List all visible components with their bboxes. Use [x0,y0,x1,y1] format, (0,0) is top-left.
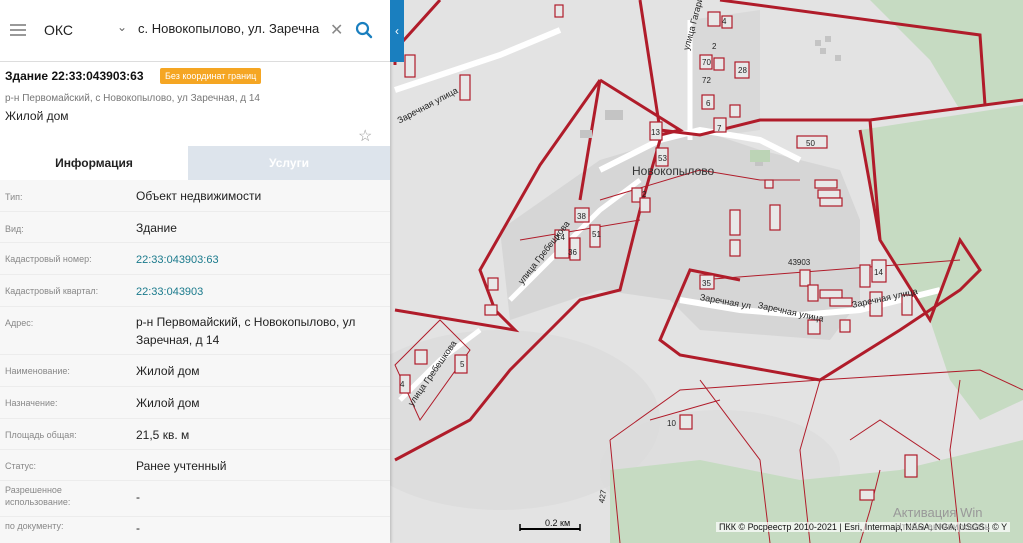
table-row: Статус: Ранее учтенный [0,450,390,481]
row-key: Тип: [5,192,23,202]
windows-watermark: Активация Win [893,505,983,520]
table-row: Вид: Здание [0,212,390,243]
row-key: Адрес: [5,318,34,328]
row-value: 21,5 кв. м [136,428,190,442]
tab-information[interactable]: Информация [0,146,188,180]
search-button[interactable] [345,8,383,52]
house-number: 53 [658,154,667,163]
row-value: р-н Первомайский, с Новокопылово, ул Зар… [136,315,356,347]
house-number: 14 [874,268,883,277]
info-table: Тип: Объект недвижимости Вид: Здание Кад… [0,180,390,543]
house-number: 70 [702,58,711,67]
object-address: р-н Первомайский, с Новокопылово, ул Зар… [5,93,260,104]
object-type-select[interactable]: ОКС [44,22,73,38]
tab-services[interactable]: Услуги [188,146,390,180]
object-header: Здание 22:33:043903:63 Без координат гра… [0,62,390,146]
table-row: по документу: - [0,517,390,543]
house-number: 36 [568,248,577,257]
house-number: 51 [592,230,601,239]
row-key: Кадастровый квартал: [5,286,99,296]
row-key: Площадь общая: [5,430,77,440]
house-number: 13 [651,128,660,137]
collapse-panel-button[interactable]: ‹ [390,0,404,62]
scale-label: 0.2 км [545,518,571,528]
row-value: Объект недвижимости [136,189,262,203]
table-row: Адрес: р-н Первомайский, с Новокопылово,… [0,307,390,355]
row-value: Жилой дом [136,364,200,378]
search-bar: ОКС ⌄ ✕ [0,0,390,62]
table-row: Площадь общая: 21,5 кв. м [0,419,390,450]
object-type: Жилой дом [5,109,69,123]
status-badge: Без координат границ [160,68,262,84]
table-row: Разрешенное использование: - [0,481,390,517]
object-title: Здание 22:33:043903:63 [5,69,144,83]
chevron-left-icon: ‹ [395,24,399,38]
search-icon [355,21,373,39]
table-row: Кадастровый номер: 22:33:043903:63 [0,243,390,275]
info-panel: ОКС ⌄ ✕ Здание 22:33:043903:63 Без коорд… [0,0,390,543]
menu-icon[interactable] [10,24,26,36]
chevron-down-icon[interactable]: ⌄ [117,20,127,34]
row-key: Кадастровый номер: [5,254,92,264]
house-number: 50 [806,139,815,148]
house-number: 4 [722,17,727,26]
row-value: - [136,521,140,535]
row-key: Вид: [5,224,24,234]
house-number: 2 [712,42,717,51]
row-value: Ранее учтенный [136,459,227,473]
close-icon[interactable]: ✕ [330,20,343,40]
house-number: 38 [577,212,586,221]
cadastral-quarter-link[interactable]: 22:33:043903 [136,283,386,301]
house-number: 4 [400,380,405,389]
house-number: 72 [702,76,711,85]
house-number: 2 [642,190,647,199]
row-value: Здание [136,221,177,235]
place-name-label: Новокопылово [632,164,715,178]
row-key: Наименование: [5,366,70,376]
windows-watermark-sub: Чтобы активировать [895,522,990,533]
house-number: 35 [702,279,711,288]
row-key: Назначение: [5,398,58,408]
table-row: Наименование: Жилой дом [0,355,390,387]
tabs: Информация Услуги [0,146,390,180]
row-key: Статус: [5,461,36,471]
search-input[interactable] [138,21,320,36]
house-number: 7 [717,124,722,133]
quarter-number: 43903 [788,258,811,267]
star-icon[interactable]: ☆ [358,126,372,146]
cadastral-number-link[interactable]: 22:33:043903:63 [136,251,386,269]
parcel-number: 10 [667,419,676,428]
row-value: Жилой дом [136,396,200,410]
app-root: Новокопылово Заречная улица улица Гребеш… [0,0,1023,543]
house-number: 5 [460,360,465,369]
row-value: - [136,490,140,504]
row-key: по документу: [5,521,64,531]
row-key: Разрешенное использование: [5,485,71,507]
house-number: 28 [738,66,747,75]
house-number: 6 [706,99,711,108]
table-row: Кадастровый квартал: 22:33:043903 [0,275,390,307]
house-number: 14 [556,233,565,242]
table-row: Тип: Объект недвижимости [0,180,390,212]
table-row: Назначение: Жилой дом [0,387,390,419]
